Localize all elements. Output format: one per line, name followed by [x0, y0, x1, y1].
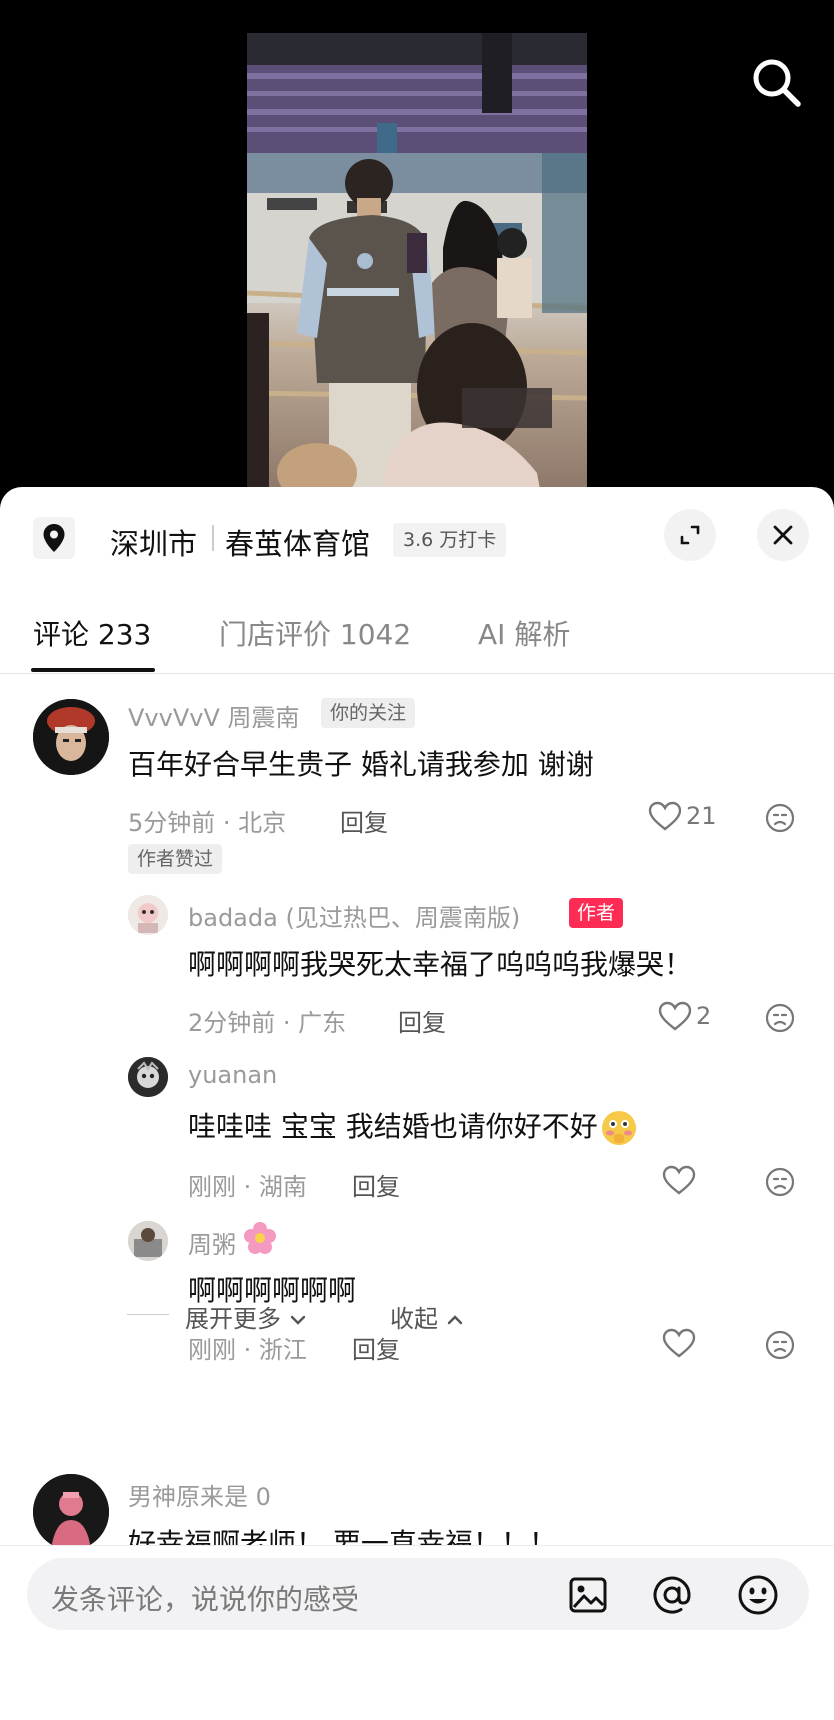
reply-text: 啊啊啊啊我哭死太幸福了呜呜呜我爆哭！ — [188, 948, 693, 981]
reply-button[interactable]: 回复 — [352, 1330, 400, 1365]
reply-text: 哇哇哇 宝宝 我结婚也请你好不好 — [188, 1110, 598, 1143]
checkin-count-badge: 3.6 万打卡 — [393, 523, 507, 557]
avatar[interactable] — [128, 895, 168, 935]
chevron-down-icon — [290, 1315, 305, 1325]
comment-username[interactable]: VvvVvV 周震南 — [128, 698, 300, 733]
comment-input[interactable]: 发条评论，说说你的感受 — [27, 1558, 809, 1630]
dislike-face-icon[interactable] — [765, 803, 795, 833]
avatar[interactable] — [33, 1474, 109, 1550]
following-tag: 你的关注 — [321, 698, 416, 728]
tab-store-reviews[interactable]: 门店评价 1042 — [219, 613, 411, 653]
like-button[interactable] — [662, 1165, 696, 1195]
close-icon[interactable] — [757, 509, 809, 561]
comments-sheet: 深圳市 春茧体育馆 3.6 万打卡 评论 233 门店评价 1042 AI 解析 — [0, 487, 834, 1719]
heart-icon — [662, 1165, 696, 1195]
reply-button[interactable]: 回复 — [398, 1003, 446, 1038]
reply-username[interactable]: 周粥 — [188, 1225, 236, 1260]
reply-meta: 刚刚 · 湖南 — [188, 1173, 307, 1201]
location-venue[interactable]: 春茧体育馆 — [225, 521, 370, 563]
tab-comments[interactable]: 评论 233 — [33, 613, 151, 653]
concert-scene-image — [247, 33, 587, 500]
comment-username[interactable]: 男神原来是 0 — [128, 1477, 271, 1512]
chevron-up-icon — [447, 1315, 462, 1325]
collapse-label: 收起 — [390, 1305, 438, 1333]
avatar[interactable] — [33, 699, 109, 775]
shy-emoji-icon — [601, 1111, 636, 1145]
active-tab-indicator — [31, 668, 155, 672]
like-count: 2 — [696, 1002, 712, 1030]
expand-more-button[interactable]: 展开更多 — [185, 1299, 307, 1334]
video-area[interactable] — [0, 0, 834, 500]
like-button[interactable] — [662, 1328, 696, 1358]
collapse-button[interactable]: 收起 — [390, 1299, 464, 1334]
comment-meta: 5分钟前 · 北京 — [128, 809, 287, 837]
search-icon[interactable] — [748, 54, 804, 110]
reply-button[interactable]: 回复 — [340, 803, 388, 838]
expand-icon[interactable] — [664, 509, 716, 561]
like-count: 21 — [686, 802, 717, 830]
reply-username[interactable]: badada (见过热巴、周震南版) — [188, 898, 520, 933]
heart-icon — [662, 1328, 696, 1358]
reply-username[interactable]: yuanan — [188, 1061, 277, 1089]
video-thumbnail[interactable] — [247, 33, 587, 500]
dislike-face-icon[interactable] — [765, 1003, 795, 1033]
avatar[interactable] — [128, 1221, 168, 1261]
location-city[interactable]: 深圳市 — [110, 521, 197, 563]
reply-meta: 2分钟前 · 广东 — [188, 1009, 347, 1037]
divider — [127, 1314, 169, 1315]
location-header[interactable]: 深圳市 春茧体育馆 3.6 万打卡 — [0, 487, 834, 587]
author-liked-tag: 作者赞过 — [128, 844, 223, 874]
at-icon[interactable] — [651, 1574, 693, 1616]
divider — [212, 525, 214, 551]
location-pin-icon — [33, 517, 75, 559]
author-tag: 作者 — [569, 898, 624, 928]
comment-text: 百年好合早生贵子 婚礼请我参加 谢谢 — [128, 748, 594, 781]
emoji-icon[interactable] — [737, 1574, 779, 1616]
reply-text-row: 哇哇哇 宝宝 我结婚也请你好不好 — [188, 1105, 638, 1147]
tab-ai-analysis[interactable]: AI 解析 — [478, 613, 570, 653]
expand-more-label: 展开更多 — [185, 1305, 281, 1333]
heart-icon — [648, 801, 682, 831]
dislike-face-icon[interactable] — [765, 1330, 795, 1360]
comment-input-bar: 发条评论，说说你的感受 — [0, 1545, 834, 1720]
dislike-face-icon[interactable] — [765, 1167, 795, 1197]
like-button[interactable]: 2 — [658, 1001, 711, 1031]
like-button[interactable]: 21 — [648, 801, 717, 831]
flower-emoji-icon — [244, 1222, 276, 1254]
reply-meta: 刚刚 · 浙江 — [188, 1336, 307, 1364]
tab-bar: 评论 233 门店评价 1042 AI 解析 — [0, 587, 834, 674]
comment-input-placeholder: 发条评论，说说你的感受 — [51, 1583, 360, 1616]
reply-button[interactable]: 回复 — [352, 1167, 400, 1202]
heart-icon — [658, 1001, 692, 1031]
avatar[interactable] — [128, 1057, 168, 1097]
image-icon[interactable] — [567, 1574, 609, 1616]
